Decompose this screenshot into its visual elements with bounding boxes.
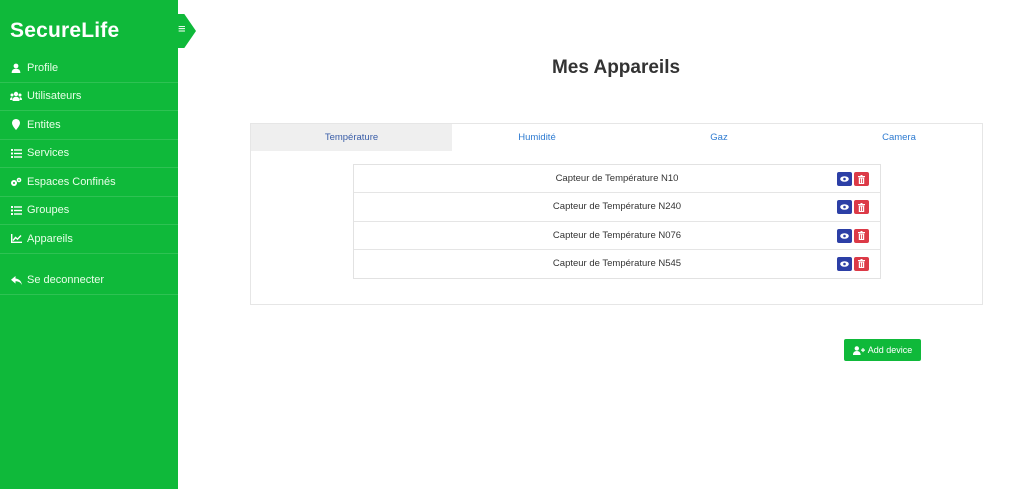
chart-line-icon	[10, 234, 22, 244]
eye-icon	[840, 232, 849, 239]
tab-gaz[interactable]: Gaz	[622, 124, 816, 151]
view-button[interactable]	[837, 256, 852, 271]
sidebar: SecureLife Profile Utilisateurs Entites	[0, 0, 178, 489]
tab-camera[interactable]: Camera	[816, 124, 982, 151]
eye-icon	[840, 204, 849, 211]
row-actions	[837, 200, 869, 215]
tab-temperature[interactable]: Température	[251, 124, 452, 151]
brand-logo[interactable]: SecureLife	[10, 19, 119, 43]
user-plus-icon	[852, 345, 865, 355]
sidebar-item-services[interactable]: Services	[0, 140, 178, 168]
sidebar-item-label: Services	[27, 147, 70, 160]
delete-button[interactable]	[854, 228, 869, 243]
sidebar-item-label: Entites	[27, 118, 61, 131]
devices-card: Température Humidité Gaz Camera Capteur …	[250, 123, 983, 305]
delete-button[interactable]	[854, 256, 869, 271]
trash-icon	[858, 259, 865, 269]
list-icon	[10, 148, 22, 158]
list-item: Capteur de Température N076	[354, 222, 880, 250]
reply-icon	[10, 275, 22, 285]
delete-button[interactable]	[854, 200, 869, 215]
view-button[interactable]	[837, 200, 852, 215]
delete-button[interactable]	[854, 172, 869, 186]
row-actions	[837, 256, 869, 271]
page-title: Mes Appareils	[551, 57, 681, 78]
app-root: SecureLife Profile Utilisateurs Entites	[0, 0, 1036, 489]
sidebar-nav: Profile Utilisateurs Entites Services Es…	[0, 54, 178, 295]
list-item: Capteur de Température N545	[354, 250, 880, 278]
sidebar-item-groupes[interactable]: Groupes	[0, 197, 178, 225]
sidebar-item-label: Espaces Confinés	[27, 175, 116, 188]
device-name: Capteur de Température N10	[555, 173, 679, 185]
eye-icon	[840, 176, 849, 182]
sidebar-item-label: Se deconnecter	[27, 274, 105, 286]
trash-icon	[858, 202, 865, 212]
sidebar-item-label: Groupes	[27, 204, 70, 217]
list-item: Capteur de Température N10	[354, 165, 880, 194]
sidebar-item-profile[interactable]: Profile	[0, 54, 178, 83]
device-name: Capteur de Température N545	[552, 258, 682, 270]
add-device-button[interactable]: Add device	[844, 339, 921, 361]
row-actions	[837, 228, 869, 243]
sidebar-item-entites[interactable]: Entites	[0, 111, 178, 140]
sidebar-item-utilisateurs[interactable]: Utilisateurs	[0, 83, 178, 111]
user-icon	[10, 63, 22, 73]
trash-icon	[858, 231, 865, 240]
menu-icon[interactable]: ≡	[178, 22, 186, 35]
device-name: Capteur de Température N240	[552, 201, 682, 213]
device-list: Capteur de Température N10 Capteur de Te…	[353, 164, 881, 279]
view-button[interactable]	[837, 228, 852, 243]
sidebar-item-label: Appareils	[27, 232, 73, 245]
row-actions	[837, 172, 869, 186]
cogs-icon	[10, 177, 22, 187]
users-icon	[10, 91, 22, 102]
sidebar-item-label: Profile	[27, 61, 59, 74]
device-type-tabs: Température Humidité Gaz Camera	[251, 124, 982, 151]
map-pin-icon	[10, 119, 22, 131]
sidebar-item-appareils[interactable]: Appareils	[0, 225, 178, 254]
eye-icon	[840, 260, 849, 267]
list-item: Capteur de Température N240	[354, 193, 880, 222]
sidebar-item-espaces-confines[interactable]: Espaces Confinés	[0, 168, 178, 197]
device-name: Capteur de Température N076	[552, 229, 682, 241]
list-icon	[10, 205, 22, 215]
tab-humidite[interactable]: Humidité	[452, 124, 622, 151]
trash-icon	[858, 174, 865, 184]
add-device-label: Add device	[867, 345, 913, 355]
sidebar-item-label: Utilisateurs	[27, 90, 82, 103]
sidebar-item-logout[interactable]: Se deconnecter	[0, 267, 178, 295]
view-button[interactable]	[837, 172, 852, 186]
